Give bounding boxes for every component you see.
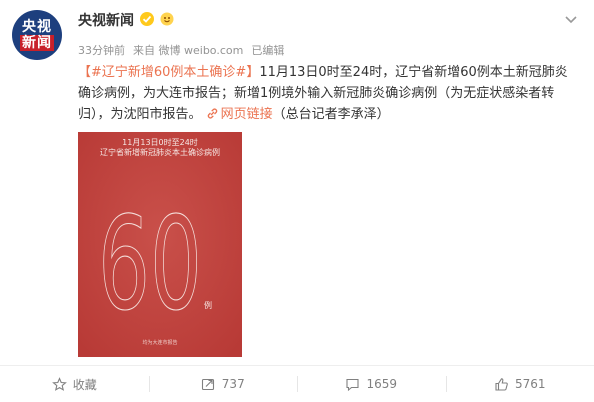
poster-headline-title: 辽宁省新增新冠肺炎本土确诊病例 bbox=[100, 148, 220, 157]
like-button[interactable]: 5761 bbox=[445, 366, 594, 402]
repost-button[interactable]: 737 bbox=[148, 366, 298, 402]
hashtag-link[interactable]: 【#辽宁新增60例本土确诊#】 bbox=[78, 65, 259, 80]
like-count: 5761 bbox=[514, 377, 546, 391]
post-credit: （总台记者李承泽） bbox=[272, 107, 390, 122]
comment-button[interactable]: 1659 bbox=[297, 366, 446, 402]
post-source: 来自 微博 weibo.com bbox=[133, 44, 244, 57]
comment-count: 1659 bbox=[366, 377, 398, 391]
avatar[interactable]: 央视 新闻 bbox=[12, 10, 62, 60]
chevron-down-icon[interactable] bbox=[562, 10, 580, 28]
poster-footer: 均为大连市报告 bbox=[142, 340, 178, 346]
web-link[interactable]: 网页链接 bbox=[206, 107, 273, 122]
star-icon bbox=[51, 376, 67, 391]
poster-unit: 例 bbox=[204, 301, 212, 310]
comment-icon bbox=[346, 378, 360, 391]
post-text: 【#辽宁新增60例本土确诊#】11月13日0时至24时，辽宁省新增60例本土新冠… bbox=[78, 62, 578, 125]
post-meta: 33分钟前 来自 微博 weibo.com 已编辑 bbox=[78, 42, 284, 58]
user-name[interactable]: 央视新闻 bbox=[78, 10, 134, 30]
thumbs-up-icon bbox=[495, 377, 508, 391]
link-icon bbox=[207, 108, 217, 119]
avatar-text-top: 央视 bbox=[22, 19, 52, 35]
action-bar: 收藏 737 1659 5761 bbox=[0, 366, 594, 402]
avatar-text-bottom: 新闻 bbox=[20, 35, 54, 51]
repost-icon bbox=[201, 378, 214, 390]
post-image[interactable]: 60 11月13日0时至24时 辽宁省新增新冠肺炎本土确诊病例 例 均为大连市报… bbox=[78, 132, 242, 357]
poster-headline-date: 11月13日0时至24时 bbox=[122, 138, 198, 147]
favorite-label: 收藏 bbox=[72, 377, 97, 392]
edited-label[interactable]: 已编辑 bbox=[251, 42, 284, 58]
post-time[interactable]: 33分钟前 bbox=[78, 42, 125, 58]
verified-icon bbox=[140, 11, 154, 30]
poster-background: 60 bbox=[78, 132, 242, 357]
user-header: 央视新闻 bbox=[78, 9, 174, 31]
emoji-badge-icon bbox=[160, 11, 174, 30]
repost-count: 737 bbox=[221, 377, 245, 391]
poster-number: 60 bbox=[98, 190, 202, 339]
favorite-button[interactable]: 收藏 bbox=[0, 366, 149, 402]
web-link-label: 网页链接 bbox=[220, 107, 273, 122]
